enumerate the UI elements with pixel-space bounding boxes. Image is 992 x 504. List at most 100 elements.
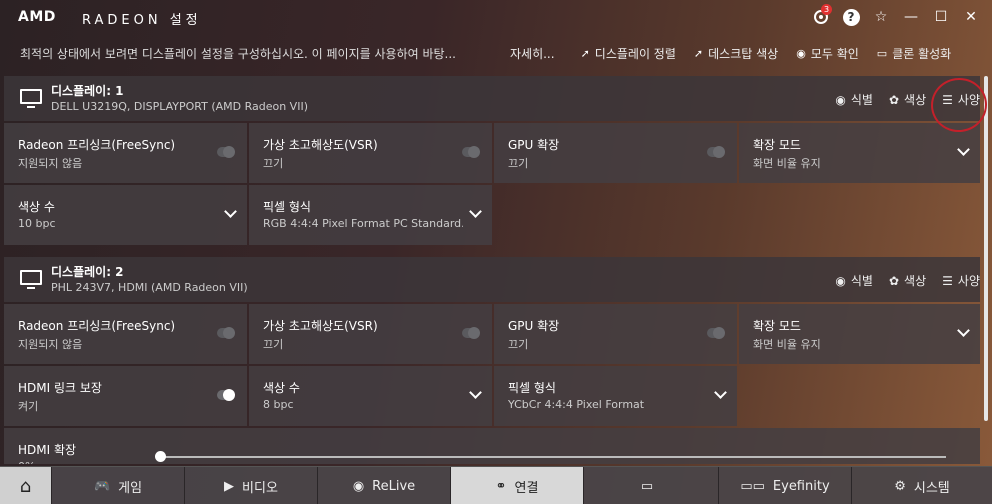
setting-value: 10 bpc xyxy=(18,217,56,230)
vsr-toggle[interactable] xyxy=(462,146,480,158)
freesync-toggle[interactable] xyxy=(217,146,235,158)
tab-label: 연결 xyxy=(514,480,539,496)
title-bar: AMD RADEON 설정 3 ? ☆ — ☐ ✕ xyxy=(0,0,992,34)
close-button[interactable]: ✕ xyxy=(958,6,984,28)
hdmi-scaling-slider-handle[interactable] xyxy=(155,451,166,462)
gamepad-icon: 🎮 xyxy=(93,478,111,494)
display-1-row-1: Radeon 프리싱크(FreeSync) 지원되지 않음 가상 초고해상도(V… xyxy=(4,123,980,183)
display-2-header: 디스플레이: 2 PHL 243V7, HDMI (AMD Radeon VII… xyxy=(4,257,980,302)
play-icon: ▶ xyxy=(224,478,235,494)
tab-video[interactable]: ▶ 비디오 xyxy=(185,467,318,504)
chevron-down-icon[interactable] xyxy=(224,205,237,218)
minimize-button[interactable]: — xyxy=(898,6,924,28)
vsr-toggle[interactable] xyxy=(462,327,480,339)
tab-connect[interactable]: ⚭ 연결 xyxy=(451,467,584,504)
specs-button[interactable]: ☰ 사양 xyxy=(942,91,980,108)
setting-label: 확장 모드 xyxy=(753,138,801,152)
specs-button[interactable]: ☰ 사양 xyxy=(942,272,980,289)
setting-value: 화면 비율 유지 xyxy=(753,157,821,170)
home-icon: ⌂ xyxy=(19,475,32,497)
setting-label: GPU 확장 xyxy=(508,319,560,333)
color-depth-setting[interactable]: 색상 수 10 bpc xyxy=(4,185,247,245)
info-message: 최적의 상태에서 보려면 디스플레이 설정을 구성하십시오. 이 페이지를 사용… xyxy=(20,47,456,61)
display-arrange-label: 디스플레이 정렬 xyxy=(594,47,676,61)
gpu-scaling-toggle[interactable] xyxy=(707,327,725,339)
eye-icon: ◉ xyxy=(835,92,846,107)
display-1-title: 디스플레이: 1 xyxy=(51,84,124,98)
chevron-down-icon[interactable] xyxy=(957,324,970,337)
chevron-down-icon[interactable] xyxy=(469,386,482,399)
display-1-header: 디스플레이: 1 DELL U3219Q, DISPLAYPORT (AMD R… xyxy=(4,76,980,121)
connect-icon: ⚭ xyxy=(495,478,507,494)
monitor-icon xyxy=(20,270,42,289)
notifications-button[interactable]: 3 xyxy=(808,4,834,28)
scaling-mode-setting[interactable]: 확장 모드 화면 비율 유지 xyxy=(739,304,980,364)
tab-label: 비디오 xyxy=(242,480,278,496)
display-2-subtitle: PHL 243V7, HDMI (AMD Radeon VII) xyxy=(51,281,248,294)
identify-all-link[interactable]: ◉ 모두 확인 xyxy=(796,45,859,62)
notification-badge: 3 xyxy=(821,4,832,15)
chevron-down-icon[interactable] xyxy=(957,143,970,156)
palette-icon: ✿ xyxy=(888,273,900,288)
identify-all-label: 모두 확인 xyxy=(810,47,859,61)
display-arrange-link[interactable]: ➚ 디스플레이 정렬 xyxy=(581,45,676,62)
star-icon: ☆ xyxy=(874,9,888,25)
clone-enable-label: 클론 활성화 xyxy=(892,47,952,61)
eye-icon: ◉ xyxy=(835,273,846,288)
display-2-row-1: Radeon 프리싱크(FreeSync) 지원되지 않음 가상 초고해상도(V… xyxy=(4,304,980,364)
setting-label: HDMI 링크 보장 xyxy=(18,381,102,395)
display-1-actions: ◉ 식별 ✿ 색상 ☰ 사양 xyxy=(835,91,980,108)
monitor-icon xyxy=(20,89,42,108)
display-1-row-2: 색상 수 10 bpc 픽셀 형식 RGB 4:4:4 Pixel Format… xyxy=(4,185,980,245)
tab-gaming[interactable]: 🎮 게임 xyxy=(52,467,185,504)
favorite-button[interactable]: ☆ xyxy=(868,6,894,28)
color-depth-setting[interactable]: 색상 수 8 bpc xyxy=(249,366,492,426)
tab-relive[interactable]: ◉ ReLive xyxy=(318,467,451,504)
setting-label: HDMI 확장 xyxy=(18,443,77,457)
setting-value: YCbCr 4:4:4 Pixel Format xyxy=(508,398,645,411)
hdmi-scaling-setting: HDMI 확장 0% xyxy=(4,428,980,464)
gpu-scaling-setting[interactable]: GPU 확장 끄기 xyxy=(494,123,737,183)
color-button[interactable]: ✿ 색상 xyxy=(889,272,926,289)
pixel-format-setting[interactable]: 픽셀 형식 RGB 4:4:4 Pixel Format PC Standard… xyxy=(249,185,492,245)
freesync-setting[interactable]: Radeon 프리싱크(FreeSync) 지원되지 않음 xyxy=(4,304,247,364)
freesync-setting[interactable]: Radeon 프리싱크(FreeSync) 지원되지 않음 xyxy=(4,123,247,183)
vsr-setting[interactable]: 가상 초고해상도(VSR) 끄기 xyxy=(249,304,492,364)
content-scrollbar[interactable] xyxy=(984,76,988,421)
tab-display[interactable]: ▭ xyxy=(584,467,719,504)
clone-enable-link[interactable]: ▭ 클론 활성화 xyxy=(877,45,951,62)
scaling-mode-setting[interactable]: 확장 모드 화면 비율 유지 xyxy=(739,123,980,183)
setting-value: 끄기 xyxy=(508,157,529,170)
color-button[interactable]: ✿ 색상 xyxy=(889,91,926,108)
maximize-button[interactable]: ☐ xyxy=(928,6,954,28)
identify-label: 식별 xyxy=(850,93,873,107)
setting-value: 켜기 xyxy=(18,400,39,413)
details-link[interactable]: 자세히... xyxy=(510,45,555,62)
display-2-actions: ◉ 식별 ✿ 색상 ☰ 사양 xyxy=(835,272,980,289)
chevron-down-icon[interactable] xyxy=(714,386,727,399)
hdmi-link-toggle[interactable] xyxy=(217,389,235,401)
gpu-scaling-setting[interactable]: GPU 확장 끄기 xyxy=(494,304,737,364)
title-bar-controls: 3 ? ☆ — ☐ ✕ xyxy=(808,4,984,28)
setting-value: 8 bpc xyxy=(263,398,294,411)
desktop-color-link[interactable]: ➚ 데스크탑 색상 xyxy=(694,45,778,62)
tab-eyefinity[interactable]: ▭▭ Eyefinity xyxy=(719,467,852,504)
arrow-icon: ➚ xyxy=(693,47,704,60)
display-2-row-2: HDMI 링크 보장 켜기 색상 수 8 bpc 픽셀 형식 YCbCr 4:4… xyxy=(4,366,980,426)
freesync-toggle[interactable] xyxy=(217,327,235,339)
vsr-setting[interactable]: 가상 초고해상도(VSR) 끄기 xyxy=(249,123,492,183)
home-tab[interactable]: ⌂ xyxy=(0,467,52,504)
hdmi-link-assurance-setting[interactable]: HDMI 링크 보장 켜기 xyxy=(4,366,247,426)
setting-value: 화면 비율 유지 xyxy=(753,338,821,351)
gpu-scaling-toggle[interactable] xyxy=(707,146,725,158)
setting-label: 픽셀 형식 xyxy=(508,381,556,395)
specs-label: 사양 xyxy=(957,274,980,288)
pixel-format-setting[interactable]: 픽셀 형식 YCbCr 4:4:4 Pixel Format xyxy=(494,366,737,426)
tab-label: 게임 xyxy=(118,480,143,496)
tab-system[interactable]: ⚙ 시스템 xyxy=(852,467,992,504)
identify-button[interactable]: ◉ 식별 xyxy=(835,272,873,289)
chevron-down-icon[interactable] xyxy=(469,205,482,218)
identify-button[interactable]: ◉ 식별 xyxy=(835,91,873,108)
hdmi-scaling-slider-track[interactable] xyxy=(161,456,946,458)
help-button[interactable]: ? xyxy=(838,6,864,28)
